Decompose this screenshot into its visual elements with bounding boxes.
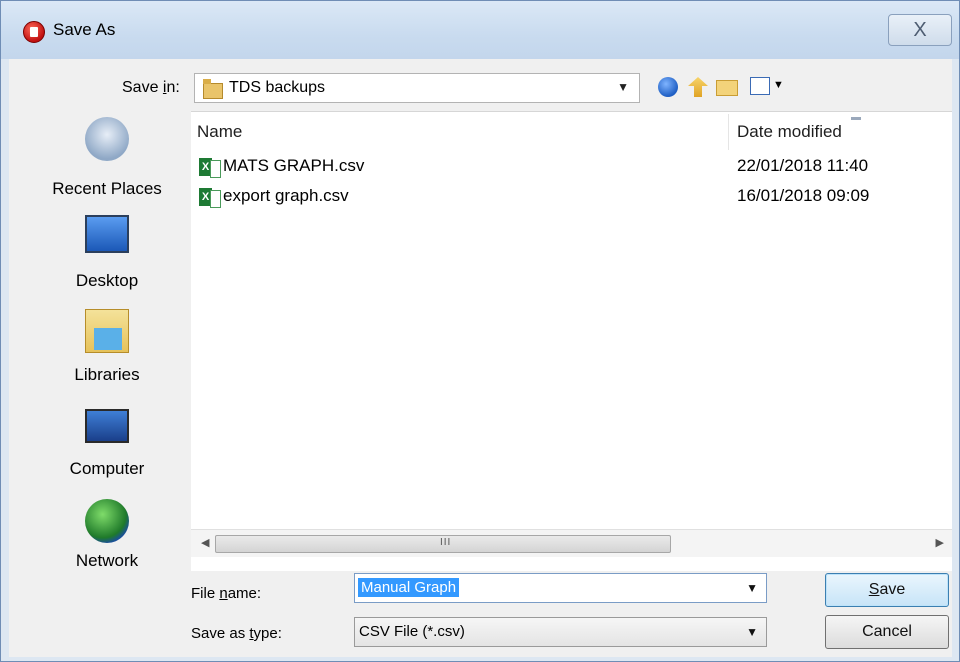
file-type-label: Save as type:: [191, 625, 282, 642]
file-name: MATS GRAPH.csv: [223, 156, 365, 175]
save-in-label: Save in:: [122, 79, 180, 96]
desktop-icon: [85, 215, 129, 253]
save-in-value: TDS backups: [229, 79, 326, 96]
scrollbar-grip: III: [440, 537, 452, 548]
cancel-button[interactable]: Cancel: [825, 615, 949, 649]
file-type-value: CSV File (*.csv): [359, 623, 465, 640]
new-folder-icon[interactable]: [716, 80, 738, 96]
file-name-field[interactable]: Manual Graph ▼: [354, 573, 767, 603]
scroll-left-icon[interactable]: ◀: [201, 536, 209, 549]
place-network[interactable]: Network: [37, 495, 177, 585]
column-header-name[interactable]: Name: [197, 122, 242, 142]
chevron-down-icon[interactable]: ▼: [746, 581, 758, 595]
save-in-dropdown[interactable]: TDS backups ▼: [194, 73, 640, 103]
place-computer[interactable]: Computer: [37, 399, 177, 489]
app-icon: [23, 21, 45, 43]
file-list[interactable]: Name ▬ Date modified MATS GRAPH.csv 22/0…: [191, 111, 952, 571]
places-bar: Recent Places Desktop Libraries Computer…: [37, 111, 177, 581]
file-date: 22/01/2018 11:40: [737, 156, 869, 175]
computer-icon: [85, 409, 129, 443]
file-name-label: File name:: [191, 585, 262, 602]
window-title: Save As: [53, 20, 116, 39]
chevron-down-icon[interactable]: ▼: [617, 80, 629, 94]
network-icon: [85, 499, 129, 543]
place-label: Libraries: [74, 365, 140, 384]
scrollbar-thumb[interactable]: III: [215, 535, 671, 553]
excel-file-icon: [199, 188, 221, 208]
title-bar[interactable]: Save As X: [1, 1, 959, 59]
file-type-dropdown[interactable]: CSV File (*.csv) ▼: [354, 617, 767, 647]
file-name: export graph.csv: [223, 186, 349, 205]
scroll-right-icon[interactable]: ▶: [936, 536, 944, 549]
place-desktop[interactable]: Desktop: [37, 207, 177, 297]
file-row[interactable]: export graph.csv 16/01/2018 09:09: [191, 182, 952, 212]
column-divider[interactable]: [728, 114, 729, 150]
view-menu-arrow-icon[interactable]: ▼: [773, 79, 784, 91]
place-recent-places[interactable]: Recent Places: [37, 111, 177, 201]
place-label: Recent Places: [52, 179, 162, 198]
save-as-dialog: Save As X Save in: TDS backups ▼ ▼ Recen…: [0, 0, 960, 662]
place-libraries[interactable]: Libraries: [37, 303, 177, 393]
file-date: 16/01/2018 09:09: [737, 186, 870, 205]
place-label: Computer: [69, 459, 145, 478]
up-folder-icon[interactable]: [688, 77, 708, 97]
folder-icon: [203, 79, 223, 99]
libraries-icon: [85, 309, 129, 353]
view-menu-icon[interactable]: [750, 77, 770, 95]
excel-file-icon: [199, 158, 221, 178]
place-label: Network: [75, 551, 139, 570]
column-header-date[interactable]: Date modified: [737, 122, 842, 142]
file-row[interactable]: MATS GRAPH.csv 22/01/2018 11:40: [191, 152, 952, 182]
file-name-value[interactable]: Manual Graph: [358, 578, 460, 597]
recent-places-icon: [85, 117, 129, 161]
sort-indicator-icon: ▬: [851, 112, 861, 123]
save-button[interactable]: Save: [825, 573, 949, 607]
back-icon[interactable]: [658, 77, 678, 97]
navigation-toolbar: ▼: [654, 75, 794, 99]
place-label: Desktop: [75, 271, 139, 290]
chevron-down-icon[interactable]: ▼: [746, 625, 758, 639]
horizontal-scrollbar[interactable]: ◀ III ▶: [191, 529, 952, 557]
dialog-body: Save in: TDS backups ▼ ▼ Recent Places D…: [9, 59, 952, 657]
close-button[interactable]: X: [888, 14, 952, 46]
